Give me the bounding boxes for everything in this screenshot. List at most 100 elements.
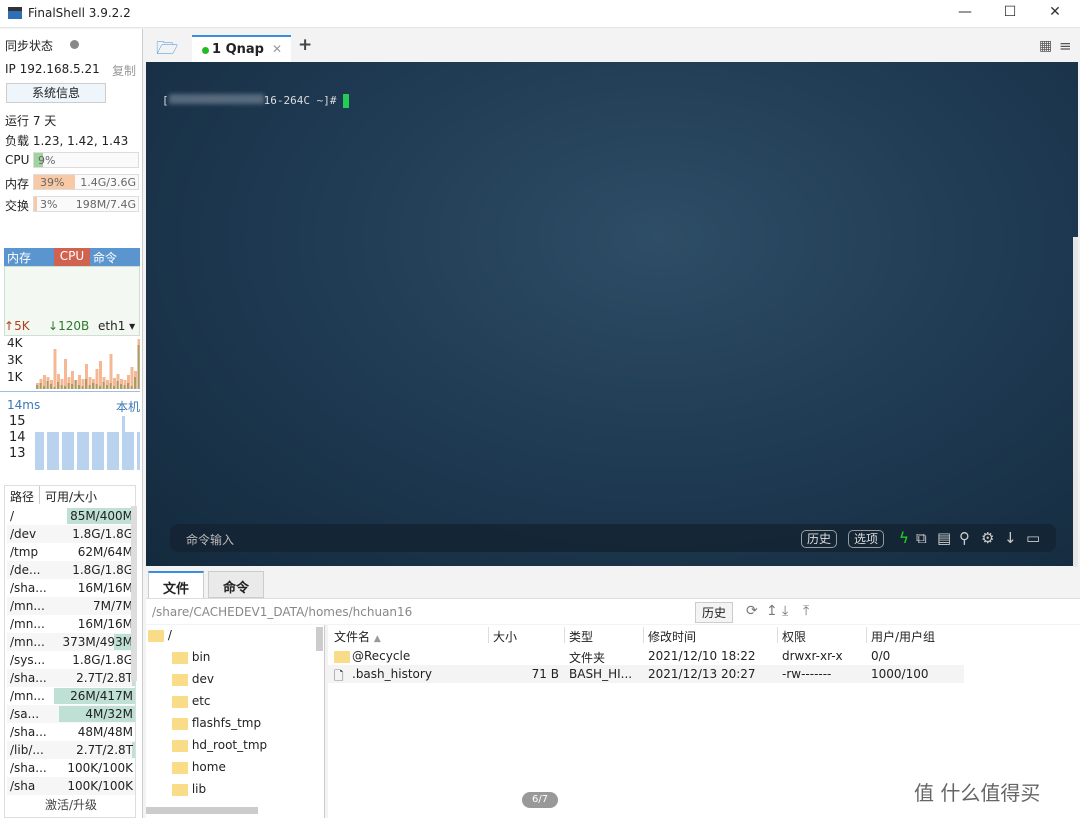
tree-item[interactable]: flashfs_tmp (172, 716, 261, 730)
disk-row[interactable]: /sha... 2.7T/2.8T (7, 669, 135, 687)
disk-row[interactable]: /mn... 26M/417M (7, 687, 135, 705)
tree-item[interactable]: home (172, 760, 226, 774)
session-tab-label: 1 Qnap (212, 42, 264, 57)
tree-item[interactable]: / (148, 628, 172, 642)
column-header[interactable]: 用户/用户组 (871, 628, 935, 645)
column-header[interactable]: 文件名 ▲ (334, 628, 381, 645)
ping-bar (116, 432, 119, 470)
download-bar (88, 385, 91, 389)
disk-row[interactable]: /lib/... 2.7T/2.8T (7, 741, 135, 759)
ping-bar (107, 432, 110, 470)
disk-row[interactable]: /sys... 1.8G/1.8G (7, 651, 135, 669)
session-tab[interactable]: 1 Qnap ✕ (192, 35, 291, 62)
ping-bar (125, 432, 128, 470)
tree-item[interactable]: etc (172, 694, 211, 708)
tree-item[interactable]: lib (172, 782, 206, 796)
history-button[interactable]: 历史 (801, 530, 838, 548)
options-button[interactable]: 选项 (848, 530, 885, 548)
add-tab-icon[interactable]: + (298, 35, 312, 55)
tree-item[interactable]: hd_root_tmp (172, 738, 267, 752)
copy-ip-button[interactable]: 复制 (112, 62, 136, 79)
disk-row[interactable]: /sha 100K/100K (7, 777, 135, 795)
disk-row[interactable]: /mn... 16M/16M (7, 615, 135, 633)
command-input[interactable]: 命令输入 (186, 531, 234, 548)
disk-path: /lib/... (10, 743, 44, 757)
folder-icon (172, 673, 188, 686)
lightning-icon[interactable]: ϟ (899, 529, 909, 547)
upload-icon[interactable]: ⤒ (803, 603, 809, 619)
arrow-down-icon[interactable]: ↓ (1004, 529, 1017, 547)
ping-bar (71, 432, 74, 470)
net-tick: 3K (7, 353, 23, 367)
search-icon[interactable]: ⚲ (959, 529, 970, 547)
ping-bar (38, 432, 41, 470)
tree-scrollbar[interactable] (316, 627, 323, 651)
column-header[interactable]: 类型 (569, 628, 593, 645)
copy-icon[interactable]: ⧉ (916, 529, 927, 547)
menu-icon[interactable]: ≡ (1059, 37, 1072, 55)
system-info-button[interactable]: 系统信息 (6, 83, 106, 103)
file-name: @Recycle (352, 649, 411, 663)
tab-files[interactable]: 文件 (148, 571, 205, 598)
up-dir-icon[interactable]: ↥ (766, 603, 778, 619)
tab-memory[interactable]: 内存 (7, 249, 31, 266)
tab-command[interactable]: 命令 (93, 249, 117, 266)
close-tab-icon[interactable]: ✕ (272, 42, 282, 56)
terminal[interactable]: [16-264C ~]# (146, 62, 1078, 567)
disk-row[interactable]: / 85M/400M (7, 507, 135, 525)
ping-bar (80, 432, 83, 470)
path-history-button[interactable]: 历史 (695, 602, 734, 623)
disk-row[interactable]: /dev 1.8G/1.8G (7, 525, 135, 543)
disk-row[interactable]: /sha... 48M/48M (7, 723, 135, 741)
download-bar (123, 385, 126, 389)
path-input[interactable]: /share/CACHEDEV1_DATA/homes/hchuan16 (152, 605, 412, 619)
disk-row[interactable]: /sha... 100K/100K (7, 759, 135, 777)
paste-icon[interactable]: ▤ (937, 529, 951, 547)
upload-value: 5K (14, 319, 30, 333)
file-row[interactable]: 🗋 .bash_history 71 B BASH_HI... 2021/12/… (328, 665, 964, 683)
chevron-down-icon: ▾ (129, 319, 136, 333)
disk-path: /tmp (10, 545, 39, 559)
column-header[interactable]: 权限 (782, 628, 806, 645)
disk-scrollbar[interactable] (131, 506, 137, 681)
terminal-scrollbar[interactable] (1073, 237, 1078, 567)
disk-row[interactable]: /sa... 4M/32M (7, 705, 135, 723)
tab-cpu[interactable]: CPU (54, 248, 90, 266)
grid-layout-icon[interactable]: ▦ (1039, 38, 1052, 54)
disk-row[interactable]: /de... 1.8G/1.8G (7, 561, 135, 579)
file-permissions: drwxr-xr-x (782, 649, 843, 663)
disk-row[interactable]: /mn... 373M/493M (7, 633, 135, 651)
tree-hscrollbar[interactable] (146, 807, 258, 814)
download-bar (116, 381, 119, 389)
refresh-icon[interactable]: ⟳ (746, 603, 758, 619)
swap-percent: 3% (40, 198, 58, 211)
disk-row[interactable]: /sha... 16M/16M (7, 579, 135, 597)
tree-item[interactable]: dev (172, 672, 214, 686)
disk-size: 2.7T/2.8T (76, 743, 133, 757)
interface-select[interactable]: eth1 ▾ (98, 319, 135, 333)
window-icon[interactable]: ▭ (1026, 529, 1040, 547)
disk-path: /mn... (10, 617, 45, 631)
disk-path: /sys... (10, 653, 46, 667)
download-icon[interactable]: ⤓ (782, 603, 788, 619)
column-header[interactable]: 大小 (493, 628, 517, 645)
sync-status-label: 同步状态 (5, 39, 54, 53)
disk-row[interactable]: /tmp 62M/64M (7, 543, 135, 561)
disk-path: /mn... (10, 689, 45, 703)
activate-upgrade-link[interactable]: 激活/升级 (45, 796, 97, 813)
upload-rate: ↑5K (4, 319, 30, 333)
close-button[interactable]: ✕ (1040, 4, 1070, 20)
download-bar (64, 386, 66, 389)
ping-bar (122, 416, 125, 470)
tab-commands[interactable]: 命令 (208, 571, 265, 598)
folder-icon (172, 717, 188, 730)
file-row[interactable]: @Recycle 文件夹 2021/12/10 18:22 drwxr-xr-x… (328, 647, 964, 665)
tree-item[interactable]: bin (172, 650, 210, 664)
maximize-button[interactable]: ☐ (995, 4, 1025, 20)
column-header[interactable]: 修改时间 (648, 628, 696, 645)
gear-icon[interactable]: ⚙ (981, 529, 994, 547)
disk-header-size[interactable]: 可用/大小 (45, 488, 97, 505)
disk-row[interactable]: /mn... 7M/7M (7, 597, 135, 615)
minimize-button[interactable]: — (950, 4, 980, 20)
disk-header-path[interactable]: 路径 (10, 488, 34, 505)
